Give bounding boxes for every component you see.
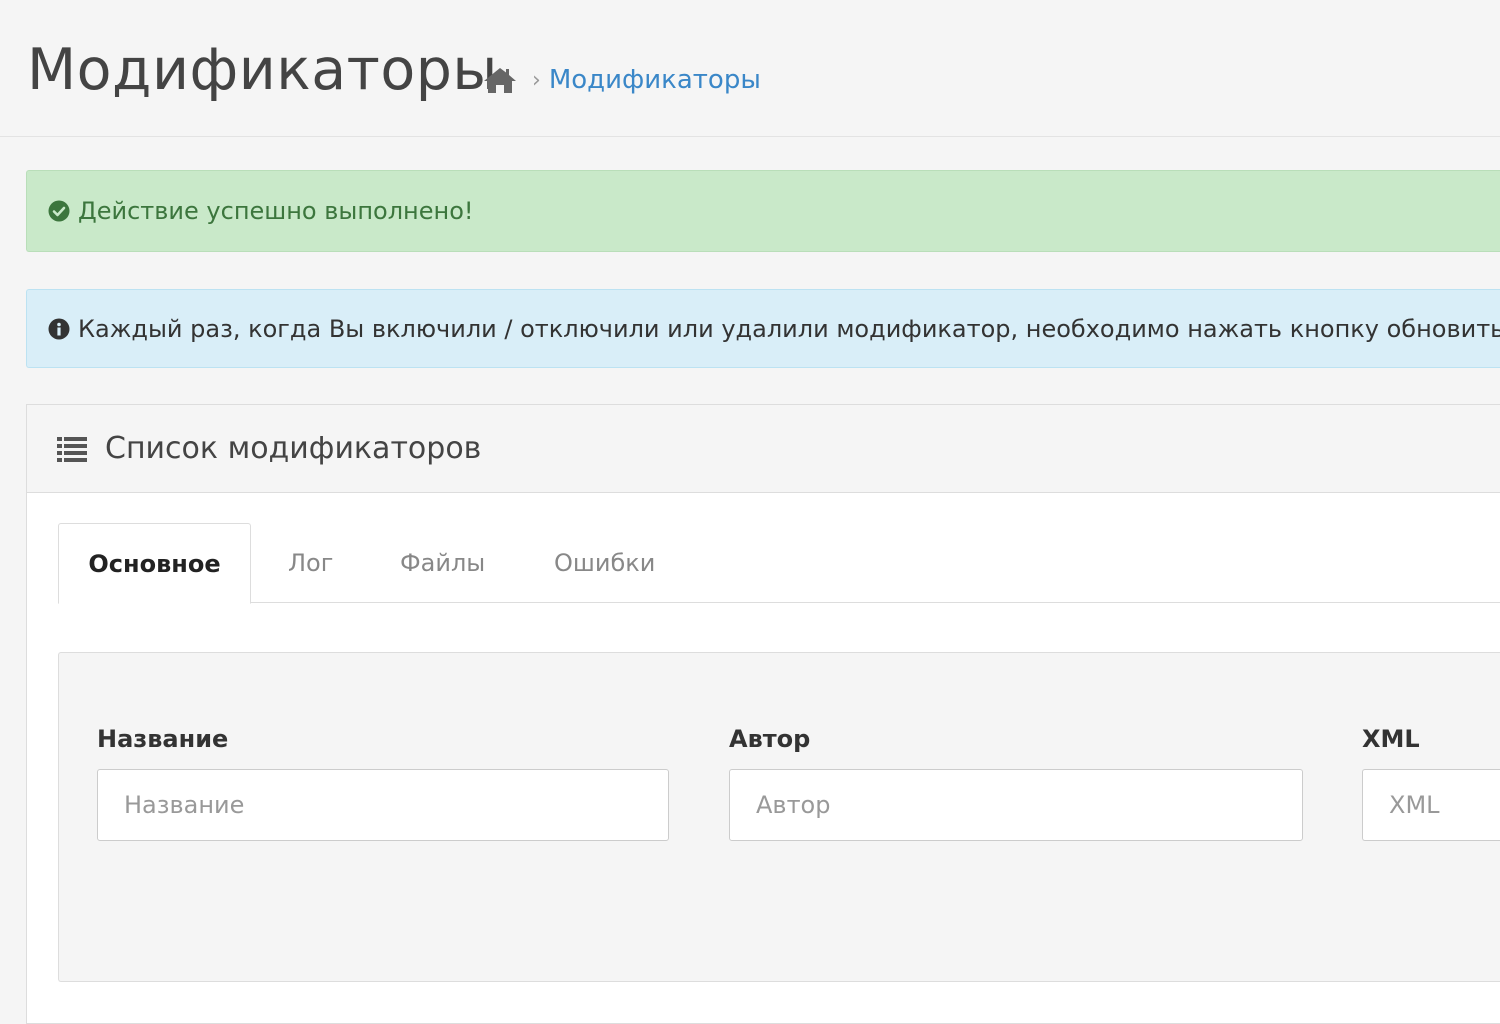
- panel-heading: Список модификаторов: [27, 405, 1500, 493]
- tabs: Основное Лог Файлы Ошибки: [58, 523, 1500, 604]
- tab-main[interactable]: Основное: [58, 523, 251, 604]
- breadcrumb: › Модификаторы: [482, 60, 761, 100]
- tab-errors[interactable]: Ошибки: [554, 523, 655, 603]
- tab-log[interactable]: Лог: [288, 523, 333, 603]
- xml-label: XML: [1362, 725, 1420, 753]
- filter-box: Название Автор XML: [58, 652, 1500, 982]
- breadcrumb-separator: ›: [532, 67, 541, 93]
- info-alert: Каждый раз, когда Вы включили / отключил…: [26, 289, 1500, 368]
- page-title: Модификаторы: [27, 37, 498, 103]
- success-alert: Действие успешно выполнено!: [26, 170, 1500, 252]
- info-circle-icon: [48, 318, 70, 340]
- name-label: Название: [97, 725, 229, 753]
- modifiers-panel: Список модификаторов Основное Лог Файлы …: [26, 404, 1500, 1024]
- tab-files[interactable]: Файлы: [400, 523, 485, 603]
- info-alert-text: Каждый раз, когда Вы включили / отключил…: [78, 314, 1500, 343]
- author-input[interactable]: [729, 769, 1303, 841]
- success-alert-text: Действие успешно выполнено!: [78, 197, 474, 225]
- xml-input[interactable]: [1362, 769, 1500, 841]
- panel-title: Список модификаторов: [105, 431, 482, 466]
- list-icon: [57, 436, 87, 462]
- name-input[interactable]: [97, 769, 669, 841]
- home-icon[interactable]: [482, 65, 518, 95]
- check-circle-icon: [48, 200, 70, 222]
- breadcrumb-link-modifiers[interactable]: Модификаторы: [549, 65, 761, 95]
- author-label: Автор: [729, 725, 811, 753]
- page-header: Модификаторы › Модификаторы: [0, 0, 1500, 137]
